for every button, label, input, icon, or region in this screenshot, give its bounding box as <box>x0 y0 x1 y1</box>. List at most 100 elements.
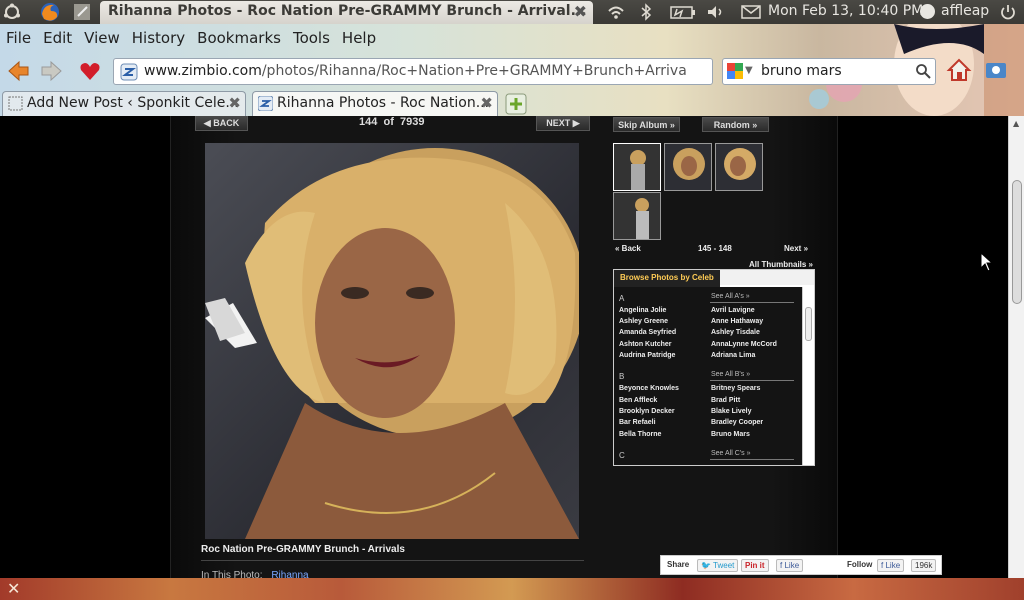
site-favicon-icon <box>120 63 138 81</box>
celeb-link[interactable]: Bar Refaeli <box>619 419 656 426</box>
all-thumbnails-link[interactable]: All Thumbnails » <box>749 260 813 269</box>
current-photo-number: 144 <box>359 116 378 128</box>
scrollbar-thumb[interactable] <box>1012 180 1022 304</box>
facebook-icon: f <box>780 561 783 570</box>
tab-close-icon[interactable]: ✖ <box>228 94 241 112</box>
browse-by-celeb-panel: Browse Photos by Celeb A See All A's » A… <box>613 269 815 466</box>
tab-label: Add New Post ‹ Sponkit Cele... <box>27 95 239 111</box>
volume-icon[interactable] <box>706 3 726 21</box>
text-editor-icon[interactable] <box>70 2 94 22</box>
next-photo-button[interactable]: NEXT ▶ <box>536 116 590 131</box>
window-close-icon[interactable]: ✖ <box>574 2 587 21</box>
user-status-icon[interactable] <box>920 4 935 19</box>
ubuntu-logo-icon[interactable] <box>3 3 21 21</box>
user-name[interactable]: affleap <box>941 3 989 19</box>
share-label: Share <box>667 560 690 569</box>
thumbnail[interactable] <box>715 143 763 191</box>
url-bar[interactable]: www.zimbio.com/photos/Rihanna/Roc+Nation… <box>113 58 713 85</box>
google-icon[interactable] <box>727 63 743 79</box>
celeb-link[interactable]: Ashton Kutcher <box>619 341 672 348</box>
celeb-link[interactable]: Britney Spears <box>711 385 760 392</box>
thumbnails-back-link[interactable]: « Back <box>615 244 641 253</box>
mail-icon[interactable] <box>741 3 761 21</box>
celeb-link[interactable]: Audrina Patridge <box>619 352 675 359</box>
facebook-icon: f <box>881 561 884 570</box>
celeb-link[interactable]: Beyonce Knowles <box>619 385 679 392</box>
tab-label: Rihanna Photos - Roc Nation... <box>277 95 490 111</box>
scroll-up-icon[interactable]: ▲ <box>1013 119 1019 128</box>
celeb-link[interactable]: Ben Affleck <box>619 397 657 404</box>
search-input[interactable]: ▼ bruno mars <box>722 58 936 85</box>
celeb-link[interactable]: AnnaLynne McCord <box>711 341 777 348</box>
browse-by-celeb-tab[interactable]: Browse Photos by Celeb <box>614 270 720 287</box>
thumbnails-next-link[interactable]: Next » <box>784 244 808 253</box>
menu-bookmarks[interactable]: Bookmarks <box>191 24 287 52</box>
facebook-follow-like-button[interactable]: f Like <box>877 559 905 572</box>
thumbnail[interactable] <box>613 143 661 191</box>
thumbnail[interactable] <box>664 143 712 191</box>
page-scrollbar[interactable]: ▲ <box>1008 116 1024 578</box>
main-photo[interactable] <box>205 143 579 539</box>
scrollbar-thumb[interactable] <box>805 307 812 341</box>
celeb-link[interactable]: Rihanna <box>271 570 308 578</box>
previous-photo-button[interactable]: ◀ BACK <box>195 116 248 131</box>
celeb-link[interactable]: Avril Lavigne <box>711 307 755 314</box>
heart-icon[interactable] <box>78 59 102 83</box>
letter-heading: B <box>619 372 625 381</box>
firefox-icon[interactable] <box>38 2 62 22</box>
celeb-list-scrollbar[interactable] <box>802 287 814 465</box>
tab-sponkit[interactable]: Add New Post ‹ Sponkit Cele... ✖ <box>2 91 246 116</box>
browser-chrome: File Edit View History Bookmarks Tools H… <box>0 24 1024 116</box>
tweet-button[interactable]: 🐦 Tweet <box>697 559 739 572</box>
counter-of-label: of <box>383 116 394 128</box>
back-arrow-icon[interactable] <box>6 59 30 83</box>
celeb-link[interactable]: Ashley Greene <box>619 318 668 325</box>
menu-view[interactable]: View <box>78 24 126 52</box>
close-icon[interactable]: ✕ <box>7 579 20 598</box>
menu-tools[interactable]: Tools <box>287 24 336 52</box>
see-all-link[interactable]: See All A's » <box>711 293 750 300</box>
thumbnail[interactable] <box>613 192 661 240</box>
like-count: 196k <box>911 559 937 572</box>
menu-file[interactable]: File <box>0 24 37 52</box>
menu-help[interactable]: Help <box>336 24 382 52</box>
celeb-link[interactable]: Brooklyn Decker <box>619 408 675 415</box>
celeb-link[interactable]: Adriana Lima <box>711 352 755 359</box>
tab-close-icon[interactable]: ✖ <box>480 94 493 112</box>
celeb-link[interactable]: Angelina Jolie <box>619 307 666 314</box>
bottom-bar: ✕ <box>0 578 1024 600</box>
search-icon[interactable] <box>915 63 931 79</box>
celeb-link[interactable]: Blake Lively <box>711 408 751 415</box>
follow-label: Follow <box>847 560 873 569</box>
celeb-link[interactable]: Anne Hathaway <box>711 318 763 325</box>
photo-caption: Roc Nation Pre-GRAMMY Brunch - Arrivals <box>201 544 405 555</box>
extension-icon[interactable] <box>984 59 1008 81</box>
tab-rihanna[interactable]: Rihanna Photos - Roc Nation... ✖ <box>252 91 498 116</box>
bluetooth-icon[interactable] <box>636 3 656 21</box>
facebook-like-button[interactable]: f Like <box>776 559 804 572</box>
home-icon[interactable] <box>946 57 972 83</box>
skip-album-button[interactable]: Skip Album » <box>613 117 680 132</box>
forward-arrow-icon[interactable] <box>40 59 64 83</box>
tab-strip: Add New Post ‹ Sponkit Cele... ✖ Rihanna… <box>0 90 1024 116</box>
wifi-icon[interactable] <box>606 3 626 21</box>
celeb-link[interactable]: Ashley Tisdale <box>711 329 760 336</box>
menu-edit[interactable]: Edit <box>37 24 78 52</box>
battery-icon[interactable] <box>670 3 696 21</box>
celeb-link[interactable]: Bruno Mars <box>711 431 750 438</box>
celeb-link[interactable]: Bradley Cooper <box>711 419 763 426</box>
new-tab-icon[interactable] <box>505 93 527 115</box>
random-button[interactable]: Random » <box>702 117 769 132</box>
see-all-link[interactable]: See All C's » <box>711 450 750 457</box>
celeb-list[interactable]: A See All A's » Angelina Jolie Ashley Gr… <box>614 287 802 465</box>
clock[interactable]: Mon Feb 13, 10:40 PM <box>768 3 923 19</box>
caption-divider <box>201 560 584 561</box>
celeb-link[interactable]: Bella Thorne <box>619 431 661 438</box>
power-icon[interactable] <box>998 3 1018 21</box>
celeb-link[interactable]: Amanda Seyfried <box>619 329 676 336</box>
pinit-button[interactable]: Pin it <box>741 559 769 572</box>
see-all-link[interactable]: See All B's » <box>711 371 750 378</box>
celeb-link[interactable]: Brad Pitt <box>711 397 740 404</box>
menu-history[interactable]: History <box>126 24 191 52</box>
search-engine-dropdown-icon[interactable]: ▼ <box>745 65 753 76</box>
